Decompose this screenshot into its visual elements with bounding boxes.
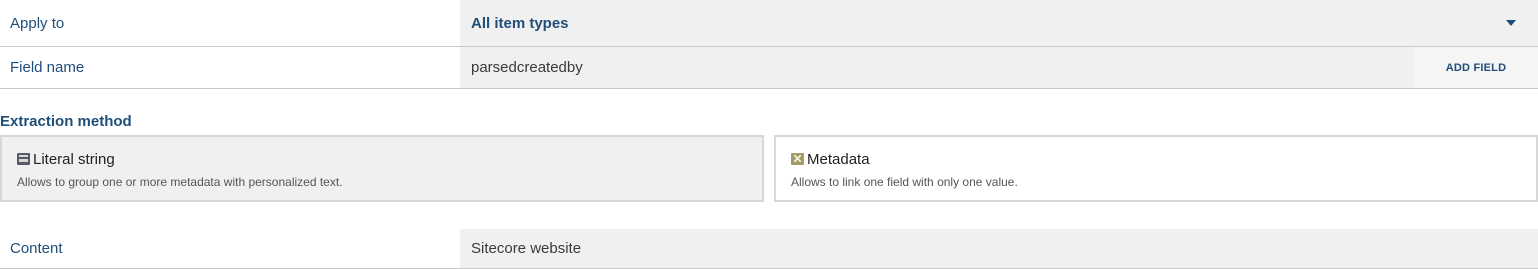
apply-to-select[interactable]: All item types bbox=[460, 0, 1538, 46]
extraction-method-title: Extraction method bbox=[0, 113, 132, 130]
metadata-label: Metadata bbox=[807, 150, 870, 168]
metadata-icon bbox=[791, 153, 804, 165]
literal-string-label: Literal string bbox=[33, 150, 115, 168]
literal-string-icon bbox=[17, 153, 30, 165]
apply-to-label: Apply to bbox=[10, 14, 65, 32]
metadata-description: Allows to link one field with only one v… bbox=[791, 175, 1018, 189]
metadata-header: Metadata bbox=[791, 150, 1536, 168]
field-name-label: Field name bbox=[10, 59, 85, 76]
literal-string-description: Allows to group one or more metadata wit… bbox=[17, 175, 343, 189]
apply-to-selected-value: All item types bbox=[471, 14, 569, 32]
literal-string-option[interactable]: Literal string Allows to group one or mo… bbox=[0, 135, 764, 202]
chevron-down-icon[interactable] bbox=[1506, 20, 1516, 26]
field-name-row: Field name parsedcreatedby ADD FIELD bbox=[0, 47, 1538, 89]
field-config-form: Apply to All item types Field name parse… bbox=[0, 0, 1538, 269]
field-name-value: parsedcreatedby bbox=[471, 59, 583, 76]
content-value: Sitecore website bbox=[471, 240, 582, 257]
content-input[interactable]: Sitecore website bbox=[460, 229, 1538, 268]
apply-to-row: Apply to All item types bbox=[0, 0, 1538, 47]
metadata-option[interactable]: Metadata Allows to link one field with o… bbox=[774, 135, 1538, 202]
literal-string-header: Literal string bbox=[17, 150, 762, 168]
field-name-input[interactable]: parsedcreatedby ADD FIELD bbox=[460, 47, 1538, 88]
content-label: Content bbox=[10, 240, 63, 257]
add-field-button[interactable]: ADD FIELD bbox=[1414, 47, 1538, 88]
content-row: Content Sitecore website bbox=[0, 229, 1538, 269]
